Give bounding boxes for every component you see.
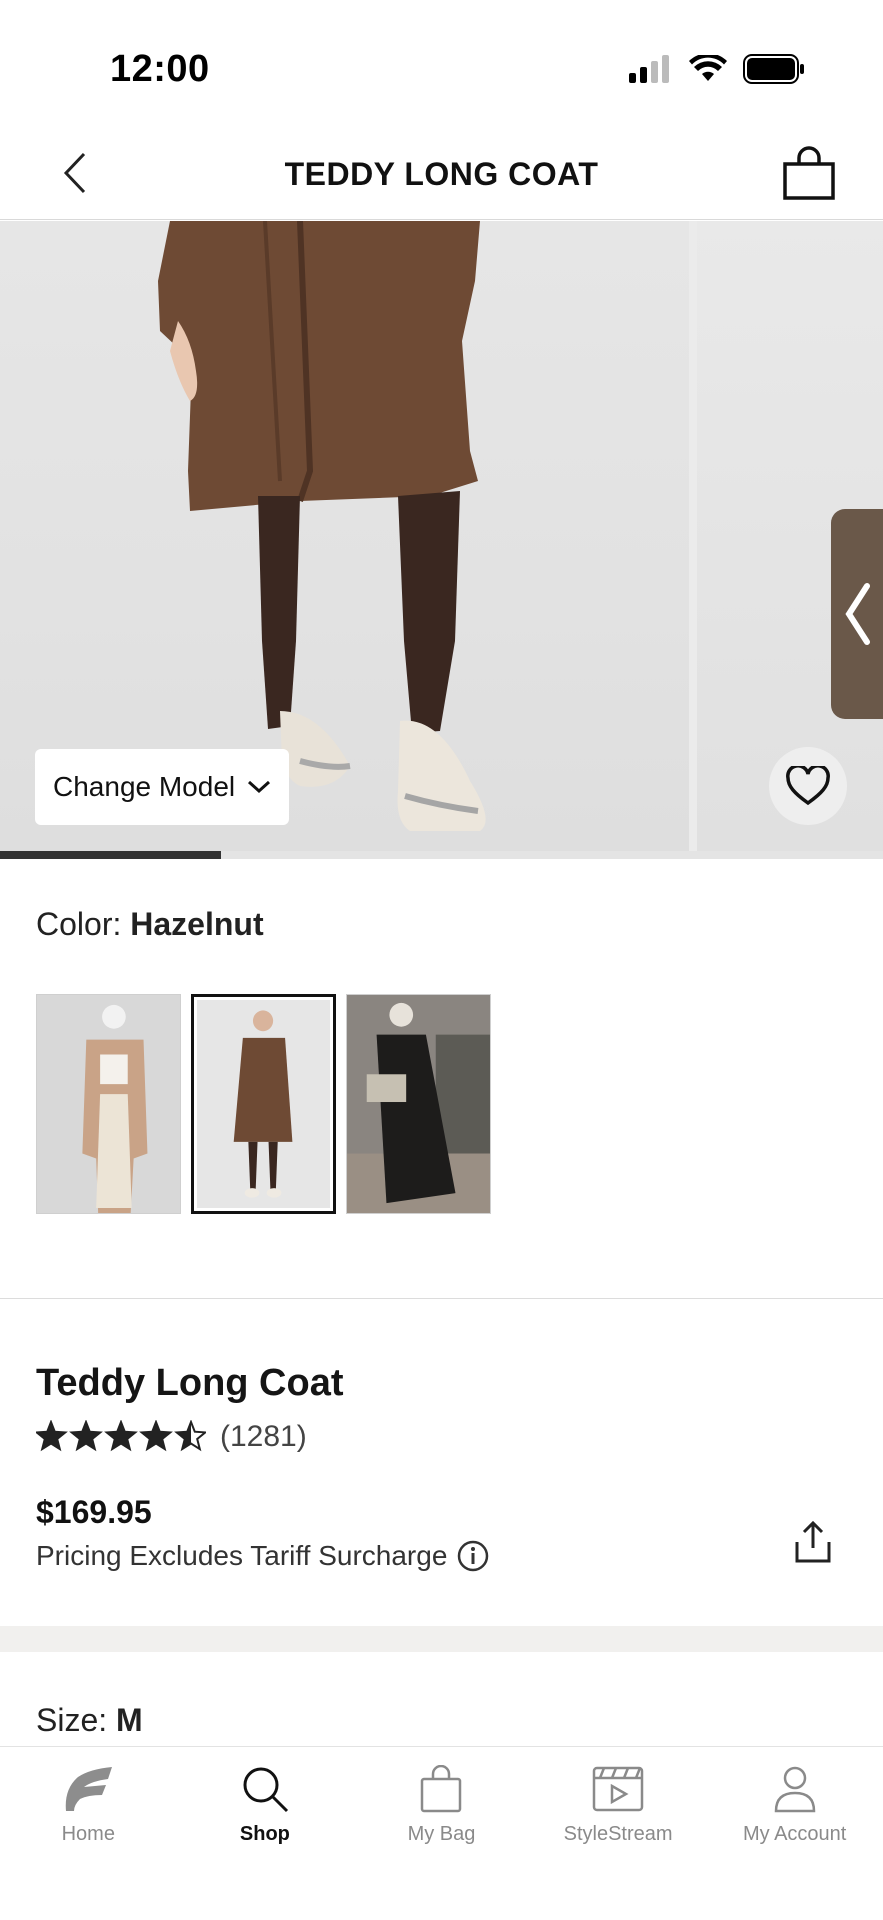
chevron-left-icon — [845, 583, 870, 645]
star-fill — [106, 1422, 136, 1450]
star-fill — [71, 1422, 101, 1450]
star-fill — [141, 1422, 171, 1450]
size-label: Size: M — [36, 1702, 143, 1739]
brand-logo-icon — [66, 1767, 113, 1811]
status-icons — [629, 54, 805, 84]
star-fill — [36, 1422, 66, 1450]
swatch-image-black — [347, 995, 490, 1213]
status-bar: 12:00 — [0, 0, 883, 130]
gallery-progress-bar — [0, 851, 883, 859]
color-swatch-camel[interactable] — [36, 994, 181, 1214]
info-icon[interactable] — [457, 1540, 489, 1572]
chevron-down-icon — [248, 780, 271, 794]
wifi-icon — [689, 55, 727, 81]
tab-home-label: Home — [61, 1823, 115, 1845]
size-value: M — [116, 1702, 143, 1738]
tab-my-bag[interactable]: My Bag — [353, 1747, 530, 1920]
color-swatches — [36, 994, 491, 1214]
star-rating-icon — [36, 1420, 206, 1452]
video-clapper-icon — [592, 1766, 644, 1812]
bag-icon — [421, 1765, 462, 1813]
change-model-label: Change Model — [53, 771, 236, 802]
swatch-image-camel — [37, 995, 180, 1213]
tab-shop[interactable]: Shop — [177, 1747, 354, 1920]
section-divider — [0, 1298, 883, 1299]
bottom-tab-bar: Home Shop My Bag StyleStream My Account — [0, 1746, 883, 1920]
tariff-note-text: Pricing Excludes Tariff Surcharge — [36, 1540, 448, 1571]
change-model-button[interactable]: Change Model — [35, 749, 289, 825]
rating-row[interactable]: (1281) — [36, 1420, 307, 1454]
tab-my-account[interactable]: My Account — [706, 1747, 883, 1920]
side-drawer-tab[interactable] — [831, 509, 883, 719]
status-time: 12:00 — [110, 48, 210, 90]
section-separator-band — [0, 1626, 883, 1652]
color-label: Color: Hazelnut — [36, 906, 264, 943]
page-title: TEDDY LONG COAT — [284, 156, 599, 192]
tab-my-bag-label: My Bag — [407, 1823, 476, 1845]
review-count[interactable]: (1281) — [220, 1420, 307, 1454]
price: $169.95 — [36, 1494, 152, 1530]
tariff-note: Pricing Excludes Tariff Surcharge — [36, 1540, 489, 1572]
tab-home[interactable]: Home — [0, 1747, 177, 1920]
size-label-prefix: Size: — [36, 1702, 117, 1738]
shopping-bag-icon[interactable] — [781, 146, 837, 202]
battery-icon — [743, 54, 804, 84]
share-icon[interactable] — [793, 1520, 833, 1564]
tab-my-account-label: My Account — [742, 1823, 847, 1845]
gallery-progress-fill — [0, 851, 221, 859]
tab-shop-label: Shop — [239, 1823, 290, 1845]
nav-header: TEDDY LONG COAT — [0, 130, 883, 220]
person-icon — [774, 1766, 815, 1813]
swatch-image-hazelnut — [197, 1000, 330, 1208]
color-label-prefix: Color: — [36, 906, 131, 942]
heart-icon — [786, 766, 830, 806]
cellular-signal-icon — [629, 55, 669, 83]
color-swatch-hazelnut[interactable] — [191, 994, 336, 1214]
color-value: Hazelnut — [130, 906, 264, 942]
tab-stylestream-label: StyleStream — [563, 1823, 673, 1845]
product-image-gallery[interactable]: Change Model — [0, 221, 883, 851]
favorite-button[interactable] — [769, 747, 847, 825]
tab-stylestream[interactable]: StyleStream — [530, 1747, 707, 1920]
product-name: Teddy Long Coat — [36, 1362, 344, 1404]
search-icon — [243, 1767, 288, 1813]
color-swatch-black[interactable] — [346, 994, 491, 1214]
